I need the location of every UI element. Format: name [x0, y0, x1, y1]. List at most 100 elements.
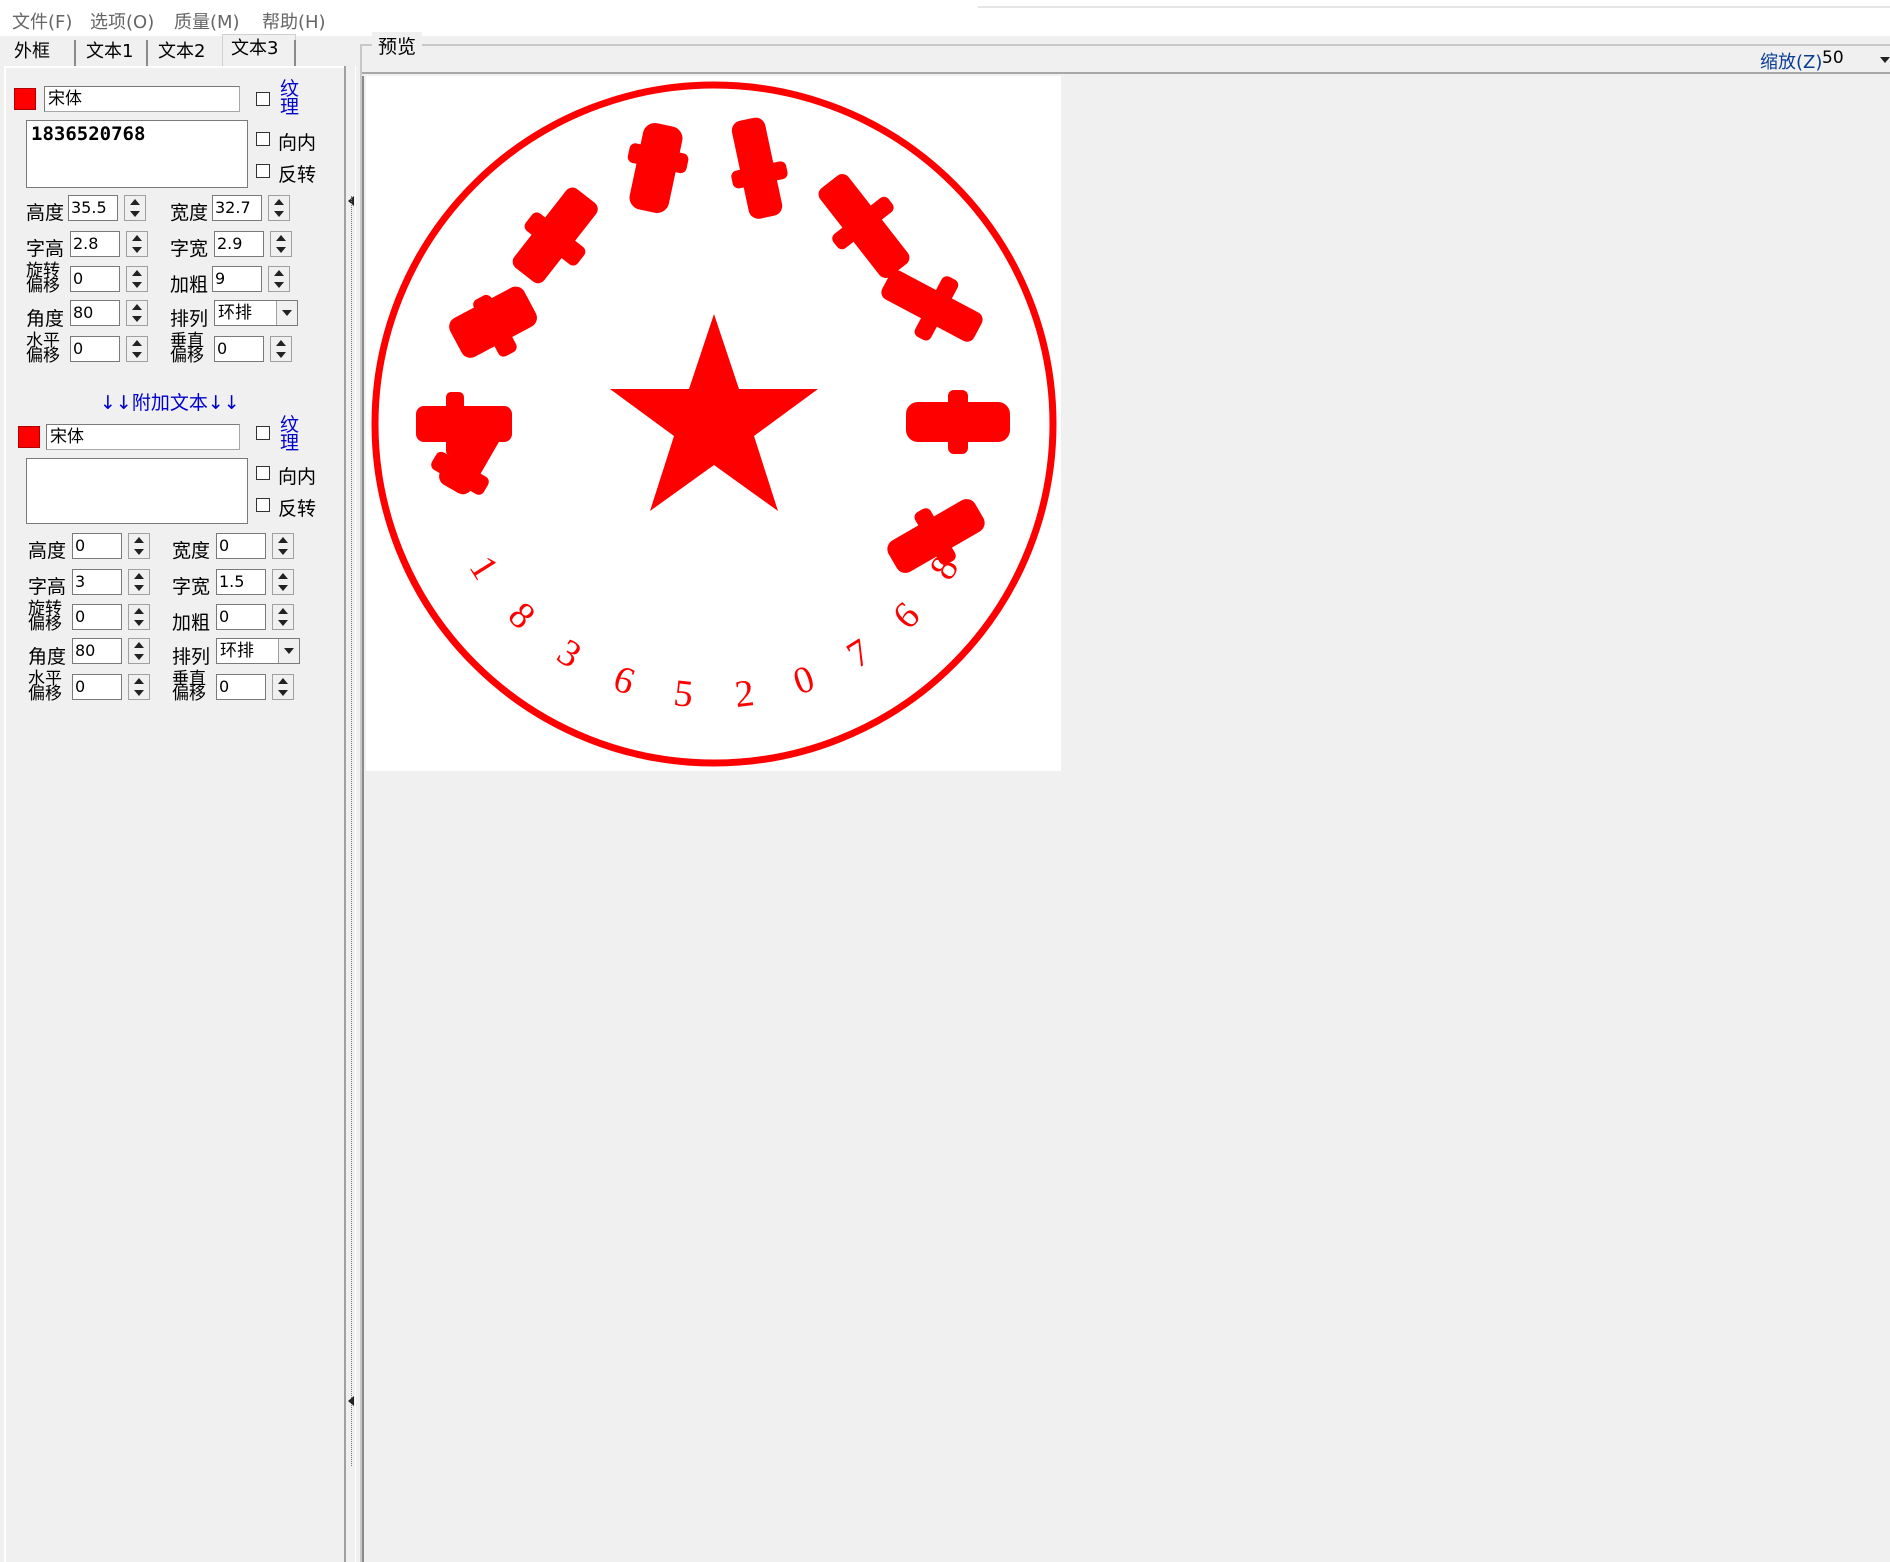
spin-arrows-icon[interactable]: [272, 674, 294, 700]
extra-font-field[interactable]: 宋体: [46, 424, 240, 450]
main-height-value[interactable]: 35.5: [68, 195, 118, 221]
main-bold-label: 加粗: [170, 274, 209, 296]
spin-arrows-icon[interactable]: [126, 336, 148, 362]
main-char-width-value[interactable]: 2.9: [214, 231, 264, 257]
extra-angle-value[interactable]: 80: [72, 638, 122, 664]
extra-reverse-label: 反转: [278, 498, 317, 520]
extra-width-label: 宽度: [172, 540, 211, 562]
main-bold-value[interactable]: 9: [212, 266, 262, 292]
stamp-digit: 2: [733, 672, 757, 716]
tab-frame[interactable]: 外框: [6, 38, 58, 66]
extra-rotate-offset-value[interactable]: 0: [72, 604, 122, 630]
extra-arrange-dropdown[interactable]: 环排: [216, 638, 300, 664]
spin-arrows-icon[interactable]: [126, 266, 148, 292]
main-width-value[interactable]: 32.7: [212, 195, 262, 221]
dropdown-arrow-icon[interactable]: [278, 639, 299, 663]
menu-divider: [978, 6, 1890, 8]
extra-inward-checkbox[interactable]: [256, 466, 270, 480]
main-reverse-checkbox[interactable]: [256, 164, 270, 178]
main-v-offset-label: 垂直 偏移: [170, 331, 204, 366]
spin-arrows-icon[interactable]: [270, 336, 292, 362]
zoom-label: 缩放(Z): [1760, 52, 1823, 73]
main-h-offset-value[interactable]: 0: [70, 336, 120, 362]
extra-texture-label: 纹理: [280, 414, 300, 454]
extra-h-offset-value[interactable]: 0: [72, 674, 122, 700]
extra-char-height-label: 字高: [28, 576, 67, 598]
extra-v-offset-value[interactable]: 0: [216, 674, 266, 700]
spin-arrows-icon[interactable]: [126, 300, 148, 326]
stamp-digit: 3: [550, 631, 588, 677]
main-arrange-value: 环排: [218, 303, 252, 323]
menu-options[interactable]: 选项(O): [90, 8, 154, 34]
main-char-height-label: 字高: [26, 238, 65, 260]
main-inward-checkbox[interactable]: [256, 132, 270, 146]
main-width-label: 宽度: [170, 202, 209, 224]
main-color-swatch[interactable]: [14, 88, 36, 110]
tab-separator: [146, 40, 148, 66]
main-texture-checkbox[interactable]: [256, 92, 270, 106]
splitter-grip: [351, 196, 352, 1466]
extra-inward-label: 向内: [278, 466, 317, 488]
extra-color-swatch[interactable]: [18, 426, 40, 448]
spin-arrows-icon[interactable]: [268, 195, 290, 221]
menu-file[interactable]: 文件(F): [12, 8, 72, 34]
spin-arrows-icon[interactable]: [126, 231, 148, 257]
stamp-glyph: [449, 286, 537, 358]
spin-arrows-icon[interactable]: [128, 674, 150, 700]
stamp-digit: 6: [608, 657, 640, 703]
tab-text1[interactable]: 文本1: [78, 38, 141, 66]
spin-arrows-icon[interactable]: [124, 195, 146, 221]
extra-char-width-value[interactable]: 1.5: [216, 569, 266, 595]
stamp-digit: 7: [840, 631, 878, 677]
spin-arrows-icon[interactable]: [268, 266, 290, 292]
dropdown-arrow-icon[interactable]: [276, 301, 297, 325]
main-text-area[interactable]: 1836520768: [26, 120, 248, 188]
main-char-height-value[interactable]: 2.8: [70, 231, 120, 257]
extra-v-offset-label: 垂直 偏移: [172, 669, 206, 704]
main-v-offset-value[interactable]: 0: [214, 336, 264, 362]
main-angle-value[interactable]: 80: [70, 300, 120, 326]
spin-arrows-icon[interactable]: [270, 231, 292, 257]
spin-arrows-icon[interactable]: [128, 638, 150, 664]
extra-height-value[interactable]: 0: [72, 533, 122, 559]
spin-arrows-icon[interactable]: [272, 604, 294, 630]
spin-arrows-icon[interactable]: [128, 569, 150, 595]
stamp-digit: 5: [672, 672, 696, 716]
spin-arrows-icon[interactable]: [128, 533, 150, 559]
extra-bold-value[interactable]: 0: [216, 604, 266, 630]
extra-reverse-checkbox[interactable]: [256, 498, 270, 512]
stamp-digit: 1: [461, 549, 507, 587]
stamp-digit: 8: [500, 594, 543, 637]
dropdown-arrow-icon[interactable]: [1880, 57, 1890, 63]
main-char-width-label: 字宽: [170, 238, 209, 260]
main-reverse-label: 反转: [278, 164, 317, 186]
spin-arrows-icon[interactable]: [272, 533, 294, 559]
spin-arrows-icon[interactable]: [272, 569, 294, 595]
stamp-glyph: [627, 123, 689, 213]
extra-h-offset-label: 水平 偏移: [28, 669, 62, 704]
stamp-bottom-digits: 1836 5 2 0768: [461, 549, 968, 716]
extra-width-value[interactable]: 0: [216, 533, 266, 559]
main-font-field[interactable]: 宋体: [44, 86, 240, 112]
collapse-left-icon[interactable]: [348, 1396, 354, 1406]
preview-area: 1836520768: [362, 76, 1890, 1562]
preview-group-border: [360, 44, 1890, 46]
preview-caption: 预览: [372, 32, 423, 59]
zoom-dropdown[interactable]: 50: [1822, 48, 1844, 68]
extra-rotate-offset-label: 旋转 偏移: [28, 599, 62, 634]
extra-texture-checkbox[interactable]: [256, 426, 270, 440]
menu-help[interactable]: 帮助(H): [262, 8, 326, 34]
extra-text-area[interactable]: [26, 458, 248, 524]
main-rotate-offset-value[interactable]: 0: [70, 266, 120, 292]
extra-arrange-value: 环排: [220, 641, 254, 661]
tab-separator: [294, 40, 296, 66]
main-arrange-dropdown[interactable]: 环排: [214, 300, 298, 326]
menu-quality[interactable]: 质量(M): [174, 8, 240, 34]
spin-arrows-icon[interactable]: [128, 604, 150, 630]
tab-text3[interactable]: 文本3: [222, 34, 296, 68]
main-rotate-offset-label: 旋转 偏移: [26, 261, 60, 296]
panel-splitter[interactable]: [344, 66, 356, 1562]
tab-text2[interactable]: 文本2: [150, 38, 213, 66]
extra-char-height-value[interactable]: 3: [72, 569, 122, 595]
menu-bar: 文件(F) 选项(O) 质量(M) 帮助(H): [0, 0, 1890, 36]
